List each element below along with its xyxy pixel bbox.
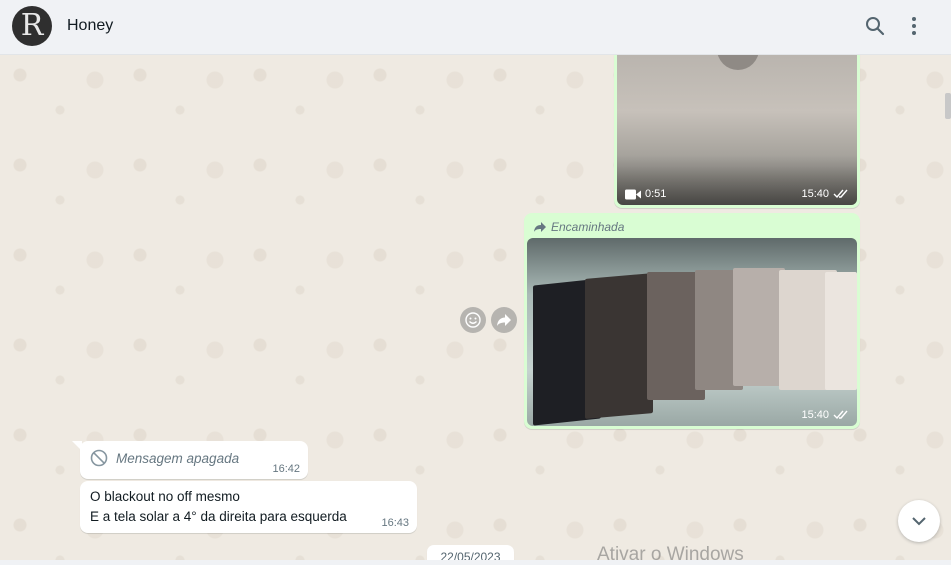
deleted-content: Mensagem apagada xyxy=(90,449,239,467)
image-timestamp: 15:40 xyxy=(801,409,849,421)
chat-header: R Honey xyxy=(0,0,951,55)
double-check-icon xyxy=(833,189,848,199)
message-line-2: E a tela solar a 4° da direita para esqu… xyxy=(90,509,347,524)
avatar-letter: R xyxy=(20,8,44,43)
avatar[interactable]: R xyxy=(12,6,52,46)
chevron-down-icon xyxy=(912,517,926,526)
deleted-timestamp: 16:42 xyxy=(272,463,300,475)
video-time-text: 15:40 xyxy=(801,188,829,200)
text-timestamp: 16:43 xyxy=(381,517,409,529)
forward-icon xyxy=(497,314,511,326)
video-duration-text: 0:51 xyxy=(645,188,667,200)
image-time-text: 15:40 xyxy=(801,409,829,421)
bottom-bar xyxy=(0,560,951,565)
photo[interactable]: 15:40 xyxy=(527,238,857,426)
smiley-icon xyxy=(465,312,481,328)
forwarded-label: Encaminhada xyxy=(527,216,857,238)
blocked-icon xyxy=(90,449,108,467)
search-button[interactable] xyxy=(862,13,888,39)
forward-arrow-icon xyxy=(534,222,546,232)
video-thumbnail[interactable]: 0:51 15:40 xyxy=(617,55,857,205)
scrollbar-thumb[interactable] xyxy=(945,93,951,119)
kebab-menu-icon xyxy=(912,17,916,35)
deleted-message[interactable]: Mensagem apagada 16:42 xyxy=(72,441,308,479)
deleted-text: Mensagem apagada xyxy=(116,450,240,466)
menu-button[interactable] xyxy=(901,13,927,39)
scroll-to-bottom-button[interactable] xyxy=(898,500,940,542)
chat-area[interactable]: 0:51 15:40 Encaminhada 15:40 Mensagem ap… xyxy=(0,55,951,560)
search-icon xyxy=(866,17,885,36)
forwarded-text: Encaminhada xyxy=(551,220,625,234)
message-line-1: O blackout no off mesmo xyxy=(90,489,240,504)
video-message[interactable]: 0:51 15:40 xyxy=(614,55,860,208)
image-message[interactable]: Encaminhada 15:40 xyxy=(524,213,860,429)
forward-button[interactable] xyxy=(491,307,517,333)
contact-name[interactable]: Honey xyxy=(67,17,113,35)
video-timestamp: 15:40 xyxy=(801,188,849,200)
date-separator: 22/05/2023 xyxy=(427,545,514,560)
double-check-icon xyxy=(833,410,848,420)
emoji-reaction-button[interactable] xyxy=(460,307,486,333)
text-message[interactable]: O blackout no off mesmo E a tela solar a… xyxy=(80,481,417,533)
video-duration: 0:51 xyxy=(625,188,666,200)
video-camera-icon xyxy=(625,189,641,199)
